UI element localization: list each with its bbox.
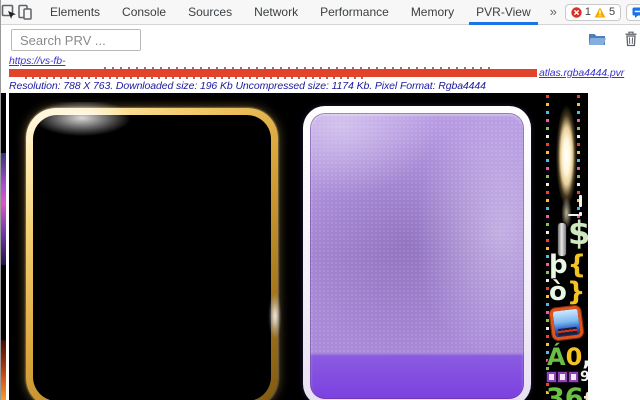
sliver-purple-fragment bbox=[1, 153, 6, 265]
tab-memory[interactable]: Memory bbox=[400, 0, 465, 25]
atlas-glyph-36f: 36f bbox=[546, 385, 588, 400]
message-icon bbox=[632, 7, 640, 18]
pvr-url-link-line1[interactable]: https://vs-fb- bbox=[9, 55, 639, 67]
glyph-thorn: þ bbox=[549, 250, 568, 280]
toolbar-right-cluster: 1 5 2 ⚙ ⋮ ✕ bbox=[565, 0, 640, 24]
error-count: 1 bbox=[585, 6, 591, 18]
tab-sources[interactable]: Sources bbox=[177, 0, 243, 25]
glyph-f: f bbox=[584, 388, 588, 400]
glyph-36: 36 bbox=[546, 383, 584, 400]
atlas-purple-card bbox=[303, 106, 531, 400]
atlas-gold-card-frame bbox=[26, 108, 278, 400]
tab-performance[interactable]: Performance bbox=[309, 0, 400, 25]
error-warning-badge[interactable]: 1 5 bbox=[565, 4, 621, 21]
pvr-image-canvas: $ þ{ ò} Á0, 9 36f bbox=[9, 93, 588, 400]
square-sprite bbox=[547, 372, 556, 382]
devtools-toolbar: Elements Console Sources Network Perform… bbox=[1, 0, 640, 25]
gold-card-inner bbox=[33, 115, 271, 400]
atlas-glyph-o-brace: ò} bbox=[549, 279, 585, 305]
tick-mark bbox=[579, 195, 582, 207]
issues-badge[interactable]: 2 bbox=[626, 4, 640, 21]
tab-elements[interactable]: Elements bbox=[39, 0, 111, 25]
glyph-o-grave: ò bbox=[549, 277, 567, 307]
glyph-open-brace: { bbox=[568, 250, 587, 280]
tv-icon bbox=[549, 305, 584, 341]
redaction-bar bbox=[9, 69, 537, 77]
sliver-orange-fragment bbox=[1, 340, 6, 400]
pvr-url-link-tail[interactable]: atlas.rgba4444.pvr bbox=[539, 67, 624, 79]
pvr-panel-toolbar bbox=[1, 25, 640, 55]
square-sprite bbox=[569, 372, 578, 382]
file-info-block: https://vs-fb- atlas.rgba4444.pvr Resolu… bbox=[9, 55, 639, 92]
glyph-close-brace: } bbox=[567, 277, 586, 307]
glyph-a-acute: Á bbox=[547, 343, 566, 371]
trash-icon[interactable] bbox=[621, 29, 640, 49]
more-tabs-button[interactable]: » bbox=[542, 0, 565, 25]
tab-network[interactable]: Network bbox=[243, 0, 309, 25]
gold-card-silver-smudge bbox=[269, 293, 281, 339]
search-input[interactable] bbox=[11, 29, 141, 51]
purple-card-inner bbox=[310, 113, 524, 399]
square-sprite bbox=[558, 372, 567, 382]
tab-console[interactable]: Console bbox=[111, 0, 177, 25]
atlas-glyph-a0: Á0, bbox=[547, 345, 588, 369]
device-toolbar-icon[interactable] bbox=[17, 0, 33, 24]
glyph-comma: , bbox=[582, 343, 588, 371]
atlas-squares-row: 9 bbox=[547, 370, 588, 384]
error-icon bbox=[571, 7, 582, 18]
atlas-glyph-dollar: $ bbox=[568, 217, 588, 249]
open-folder-icon[interactable] bbox=[587, 29, 607, 49]
pvr-url-line2: atlas.rgba4444.pvr bbox=[9, 67, 639, 79]
tab-pvr-view[interactable]: PVR-View bbox=[465, 0, 541, 25]
devtools-tabs: Elements Console Sources Network Perform… bbox=[39, 0, 565, 25]
file-meta-text: Resolution: 788 X 763. Downloaded size: … bbox=[9, 80, 639, 92]
tv-icon-base bbox=[558, 327, 578, 336]
atlas-glyph-thorn-brace: þ{ bbox=[549, 252, 586, 278]
devtools-window: Elements Console Sources Network Perform… bbox=[0, 0, 640, 400]
glyph-nine: 9 bbox=[580, 370, 588, 384]
warning-icon bbox=[594, 7, 606, 18]
inspect-element-icon[interactable] bbox=[1, 0, 17, 24]
warning-count: 5 bbox=[609, 6, 615, 18]
glyph-zero: 0 bbox=[566, 343, 583, 371]
atlas-left-sliver bbox=[1, 93, 6, 400]
pvr-preview-area: $ þ{ ò} Á0, 9 36f bbox=[1, 93, 640, 400]
